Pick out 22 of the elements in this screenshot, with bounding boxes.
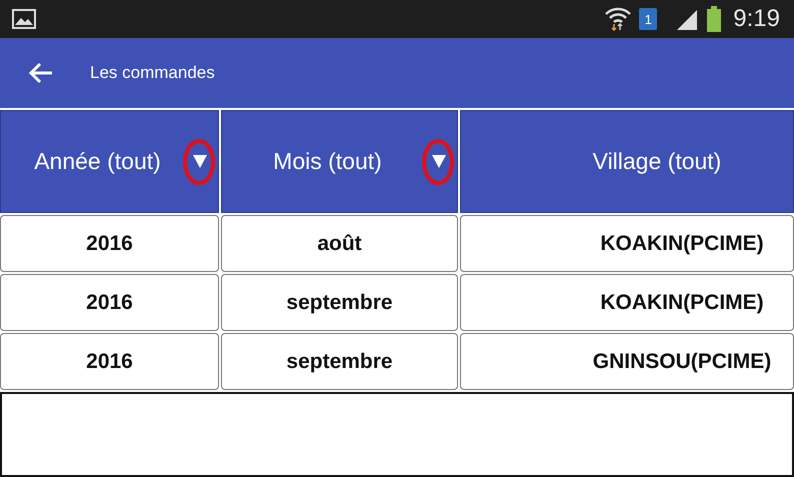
table-cell: septembre <box>221 333 458 390</box>
table-cell: GNINSOU(PCIME) <box>460 333 794 390</box>
table-cell: août <box>221 215 458 272</box>
table-cell: KOAKIN(PCIME) <box>460 274 794 331</box>
table-cell: 2016 <box>0 274 219 331</box>
clock-time: 9:19 <box>733 5 780 33</box>
column-filter-header[interactable]: Village (tout) <box>460 110 794 213</box>
image-icon <box>12 9 36 29</box>
sim-badge: 1 <box>639 8 658 30</box>
wifi-icon <box>605 7 632 31</box>
table-cell: KOAKIN(PCIME) <box>460 215 794 272</box>
screen-title: Les commandes <box>90 63 215 83</box>
battery-icon <box>707 6 722 32</box>
signal-icon <box>675 8 700 30</box>
table-cell: 2016 <box>0 333 219 390</box>
table-cell: septembre <box>221 274 458 331</box>
column-filter-header[interactable]: Année (tout) <box>0 110 219 213</box>
column-filter-header[interactable]: Mois (tout) <box>221 110 458 213</box>
highlight-ring <box>182 138 216 186</box>
table-cell: 2016 <box>0 215 219 272</box>
back-arrow-icon[interactable] <box>28 61 54 85</box>
highlight-ring <box>421 138 455 186</box>
